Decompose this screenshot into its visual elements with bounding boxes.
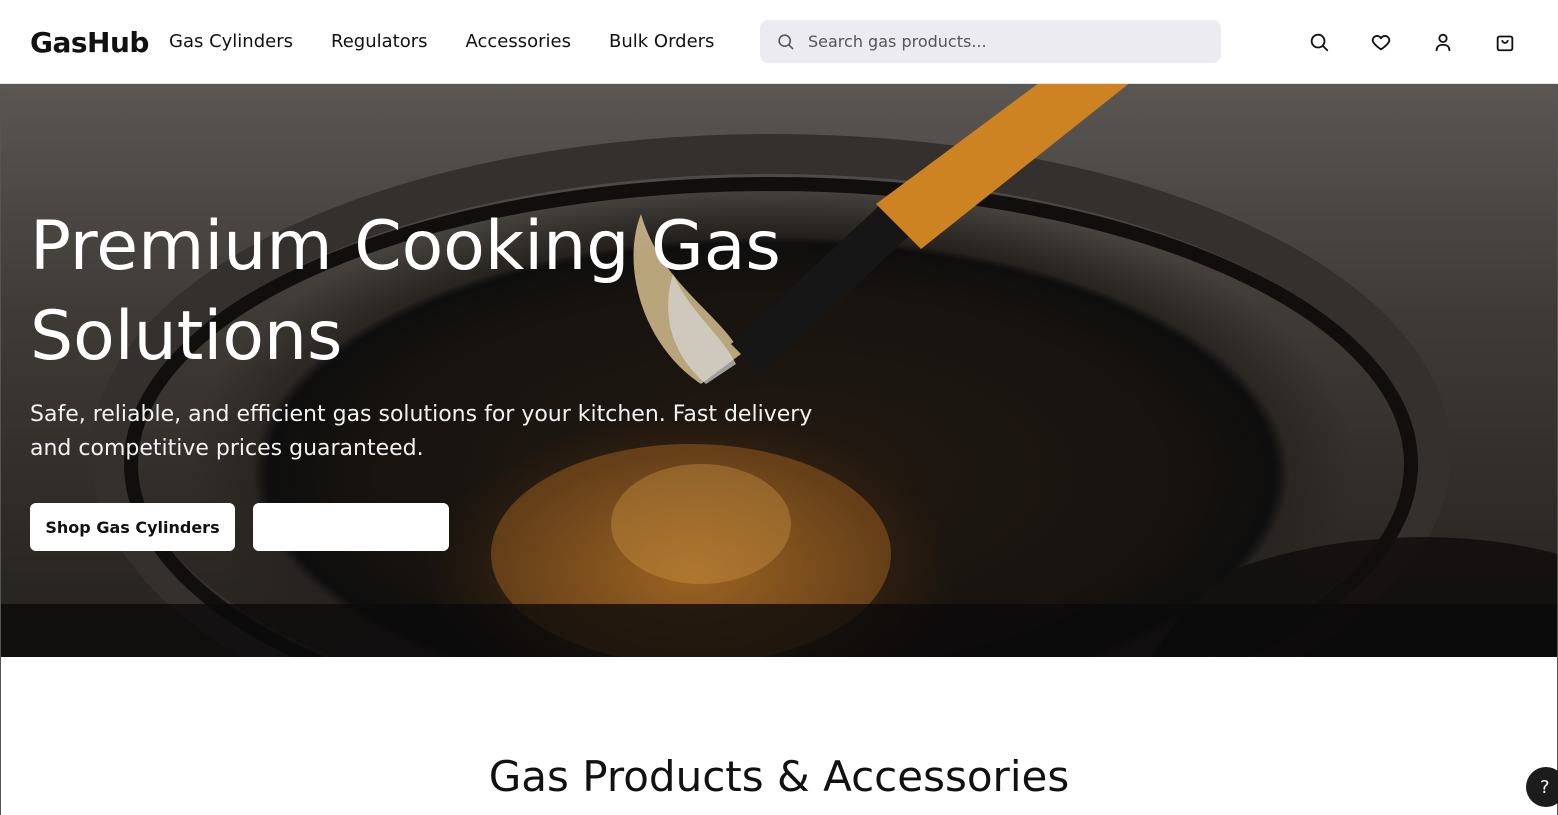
products-section-title: Gas Products & Accessories <box>488 752 1070 801</box>
shop-gas-cylinders-button[interactable]: Shop Gas Cylinders <box>30 503 235 551</box>
logo[interactable]: GasHub <box>30 26 149 59</box>
search-icon <box>778 34 794 50</box>
search-bar <box>760 20 1221 63</box>
hero-banner: Premium Cooking Gas Solutions Safe, reli… <box>1 84 1557 657</box>
secondary-hero-button[interactable] <box>253 503 449 551</box>
nav-bulk-orders[interactable]: Bulk Orders <box>609 31 714 52</box>
heart-icon[interactable] <box>1370 31 1392 53</box>
site-header: GasHub Gas Cylinders Regulators Accessor… <box>0 0 1558 84</box>
search-icon[interactable] <box>1308 31 1330 53</box>
hero-subtitle: Safe, reliable, and efficient gas soluti… <box>30 402 813 461</box>
nav-regulators[interactable]: Regulators <box>331 31 428 52</box>
main-nav: Gas Cylinders Regulators Accessories Bul… <box>169 31 752 52</box>
nav-gas-cylinders[interactable]: Gas Cylinders <box>169 31 293 52</box>
hero-title: Premium Cooking Gas Solutions <box>30 207 781 376</box>
shopping-bag-icon[interactable] <box>1494 31 1516 53</box>
help-button[interactable]: ? <box>1526 767 1558 807</box>
search-input[interactable] <box>808 20 1208 63</box>
nav-accessories[interactable]: Accessories <box>466 31 572 52</box>
user-icon[interactable] <box>1432 31 1454 53</box>
